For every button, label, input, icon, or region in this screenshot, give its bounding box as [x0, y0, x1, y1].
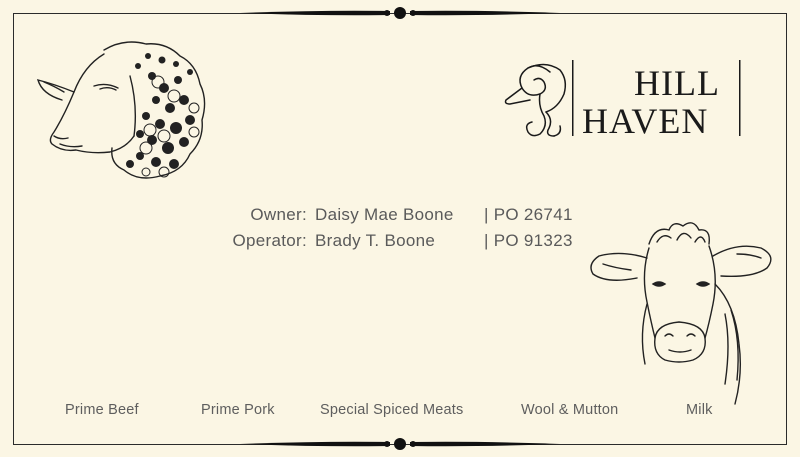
- contact-po: | PO 26741: [484, 205, 573, 224]
- bottom-ornament-divider: [240, 438, 560, 450]
- product-item: Milk: [686, 402, 713, 418]
- brand-name-line2: HAVEN: [582, 101, 709, 141]
- product-item: Special Spiced Meats: [320, 402, 464, 418]
- brand-name-line1: HILL: [634, 63, 720, 103]
- product-item: Prime Pork: [201, 402, 275, 418]
- top-ornament-divider: [240, 7, 560, 19]
- product-item: Wool & Mutton: [521, 402, 619, 418]
- contact-role: Operator:: [232, 231, 307, 250]
- business-card: HILL HAVEN Owner: Daisy Mae Boone | PO 2…: [0, 0, 800, 457]
- contact-name: Daisy Mae Boone: [315, 205, 454, 224]
- contact-name: Brady T. Boone: [315, 231, 436, 250]
- sheep-head-icon: [36, 41, 206, 179]
- contact-po: | PO 91323: [484, 231, 573, 250]
- product-item: Prime Beef: [65, 402, 139, 418]
- calf-head-icon: [590, 222, 772, 405]
- contact-role: Owner:: [250, 205, 307, 224]
